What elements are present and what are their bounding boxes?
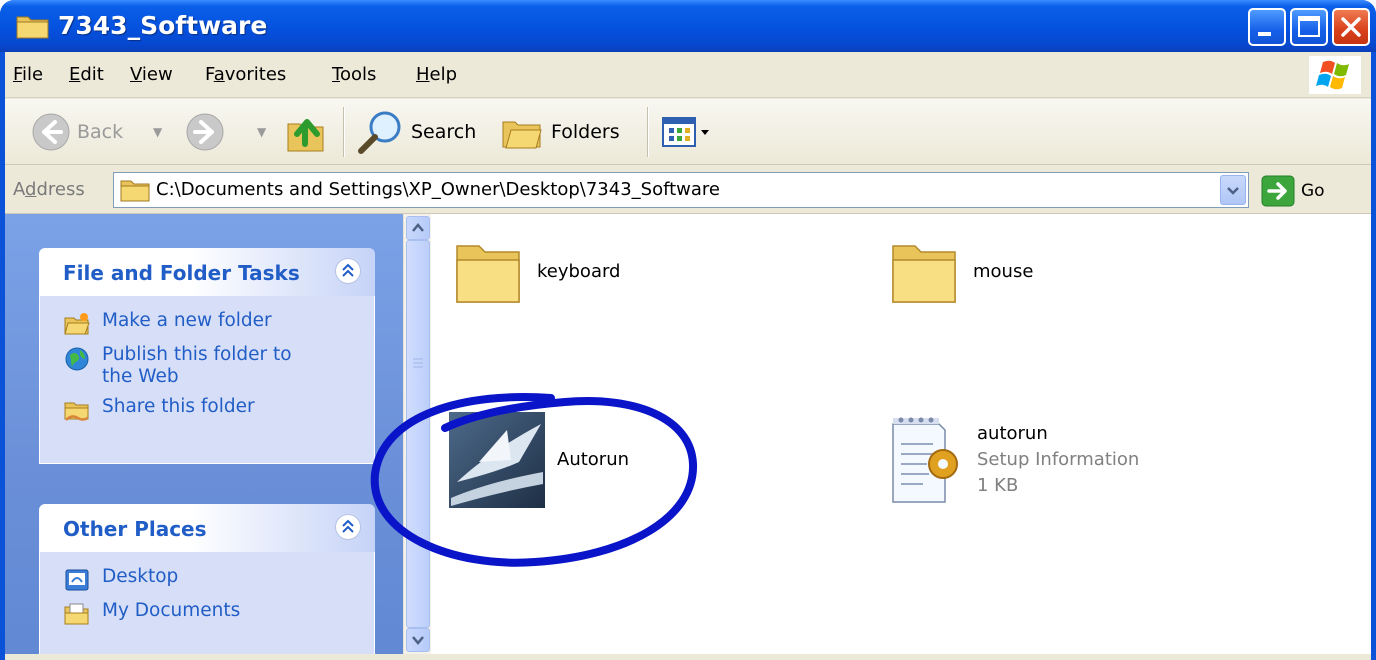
task-label: Publish this folder to the Web (102, 344, 292, 387)
back-dropdown-icon[interactable]: ▼ (153, 125, 162, 139)
scroll-down-button[interactable] (406, 628, 430, 652)
menu-edit[interactable]: Edit (69, 52, 104, 98)
share-folder-icon (64, 402, 89, 421)
panel-body: Desktop My Documents (39, 552, 375, 660)
content-area: File and Folder Tasks Make a new folder … (5, 214, 1371, 660)
toolbar-separator (647, 107, 649, 157)
close-icon (1341, 17, 1361, 37)
chevron-up-icon (412, 223, 424, 232)
window-title: 7343_Software (58, 11, 268, 40)
views-button[interactable] (661, 109, 717, 155)
menu-tools[interactable]: Tools (332, 52, 376, 98)
up-folder-icon (287, 119, 324, 152)
file-folder-tasks-panel: File and Folder Tasks Make a new folder … (39, 248, 375, 464)
place-label: Desktop (102, 566, 179, 587)
setup-information-icon (892, 417, 958, 503)
explorer-window: 7343_Software File Edit View Favorites T… (0, 0, 1376, 660)
menu-favorites[interactable]: Favorites (205, 52, 286, 98)
go-label: Go (1301, 181, 1325, 201)
minimize-button[interactable] (1248, 8, 1286, 46)
file-type: Setup Information (977, 449, 1140, 470)
task-label: Share this folder (102, 396, 255, 417)
file-name: keyboard (537, 261, 621, 282)
panel-title: File and Folder Tasks (63, 261, 300, 285)
forward-arrow-icon (186, 113, 224, 151)
file-item-autorun-inf[interactable]: autorun Setup Information 1 KB (887, 414, 1139, 506)
address-dropdown-button[interactable] (1220, 175, 1246, 205)
back-label: Back (77, 121, 124, 143)
menu-bar: File Edit View Favorites Tools Help (5, 52, 1371, 98)
globe-icon (65, 347, 89, 371)
minimize-icon (1258, 32, 1271, 36)
scroll-up-button[interactable] (406, 216, 430, 240)
toolbar-separator (343, 107, 345, 157)
maximize-button[interactable] (1290, 8, 1328, 46)
place-label: My Documents (102, 600, 241, 621)
views-icon (662, 117, 709, 147)
search-button[interactable]: Search (357, 109, 476, 155)
folders-button[interactable]: Folders (501, 109, 620, 155)
task-publish-folder[interactable]: Publish this folder to the Web (40, 344, 374, 388)
panel-header[interactable]: File and Folder Tasks (39, 248, 375, 296)
address-input[interactable]: C:\Documents and Settings\XP_Owner\Deskt… (113, 172, 1249, 208)
panel-header[interactable]: Other Places (39, 504, 375, 552)
forward-button[interactable] (185, 109, 225, 155)
annotation-circle (370, 393, 698, 567)
other-places-panel: Other Places Desktop My Documents (39, 504, 375, 660)
file-item-keyboard[interactable]: keyboard (453, 238, 621, 306)
file-name: mouse (973, 261, 1034, 282)
windows-logo-icon (1309, 56, 1361, 94)
search-icon (358, 111, 401, 154)
task-share-folder[interactable]: Share this folder (40, 396, 374, 422)
search-label: Search (411, 121, 477, 143)
new-folder-icon (64, 313, 90, 335)
task-make-new-folder[interactable]: Make a new folder (40, 310, 374, 336)
desktop-icon (65, 569, 89, 591)
panel-title: Other Places (63, 517, 207, 541)
menu-file[interactable]: File (13, 52, 43, 98)
collapse-button[interactable] (335, 514, 361, 540)
chevron-down-icon (1227, 187, 1239, 195)
address-path: C:\Documents and Settings\XP_Owner\Deskt… (156, 179, 721, 200)
maximize-icon (1298, 16, 1320, 37)
standard-toolbar: Back ▼ ▼ Search Folders (5, 99, 1371, 165)
up-folder-button[interactable] (285, 109, 331, 155)
file-size: 1 KB (977, 475, 1019, 496)
back-arrow-icon (32, 113, 70, 151)
folder-icon (120, 180, 150, 202)
chevron-up-icon (342, 263, 354, 277)
back-button[interactable]: Back (31, 109, 123, 155)
panel-body: Make a new folder Publish this folder to… (39, 296, 375, 464)
place-my-documents[interactable]: My Documents (40, 600, 374, 626)
close-button[interactable] (1332, 8, 1370, 46)
forward-dropdown-icon[interactable]: ▼ (257, 125, 266, 139)
chevron-down-icon (412, 636, 424, 645)
file-item-mouse[interactable]: mouse (889, 238, 1033, 306)
folder-icon (892, 245, 956, 303)
folders-icon (502, 121, 542, 149)
menu-view[interactable]: View (130, 52, 173, 98)
window-frame: File Edit View Favorites Tools Help Back (5, 52, 1371, 660)
folder-icon (456, 245, 520, 303)
menu-help[interactable]: Help (416, 52, 457, 98)
collapse-button[interactable] (335, 258, 361, 284)
folders-label: Folders (551, 121, 620, 143)
title-bar[interactable]: 7343_Software (0, 0, 1376, 52)
go-button[interactable]: Go (1261, 174, 1325, 208)
go-arrow-icon (1261, 175, 1295, 207)
task-pane: File and Folder Tasks Make a new folder … (5, 214, 403, 660)
file-name: autorun (977, 423, 1048, 444)
place-desktop[interactable]: Desktop (40, 566, 374, 592)
task-label: Make a new folder (102, 310, 272, 331)
chevron-up-icon (342, 519, 354, 533)
my-documents-icon (64, 603, 89, 625)
bottom-border (5, 654, 1371, 660)
folder-icon (16, 16, 49, 39)
address-label: Address (13, 179, 85, 200)
address-bar: Address C:\Documents and Settings\XP_Own… (5, 166, 1371, 214)
